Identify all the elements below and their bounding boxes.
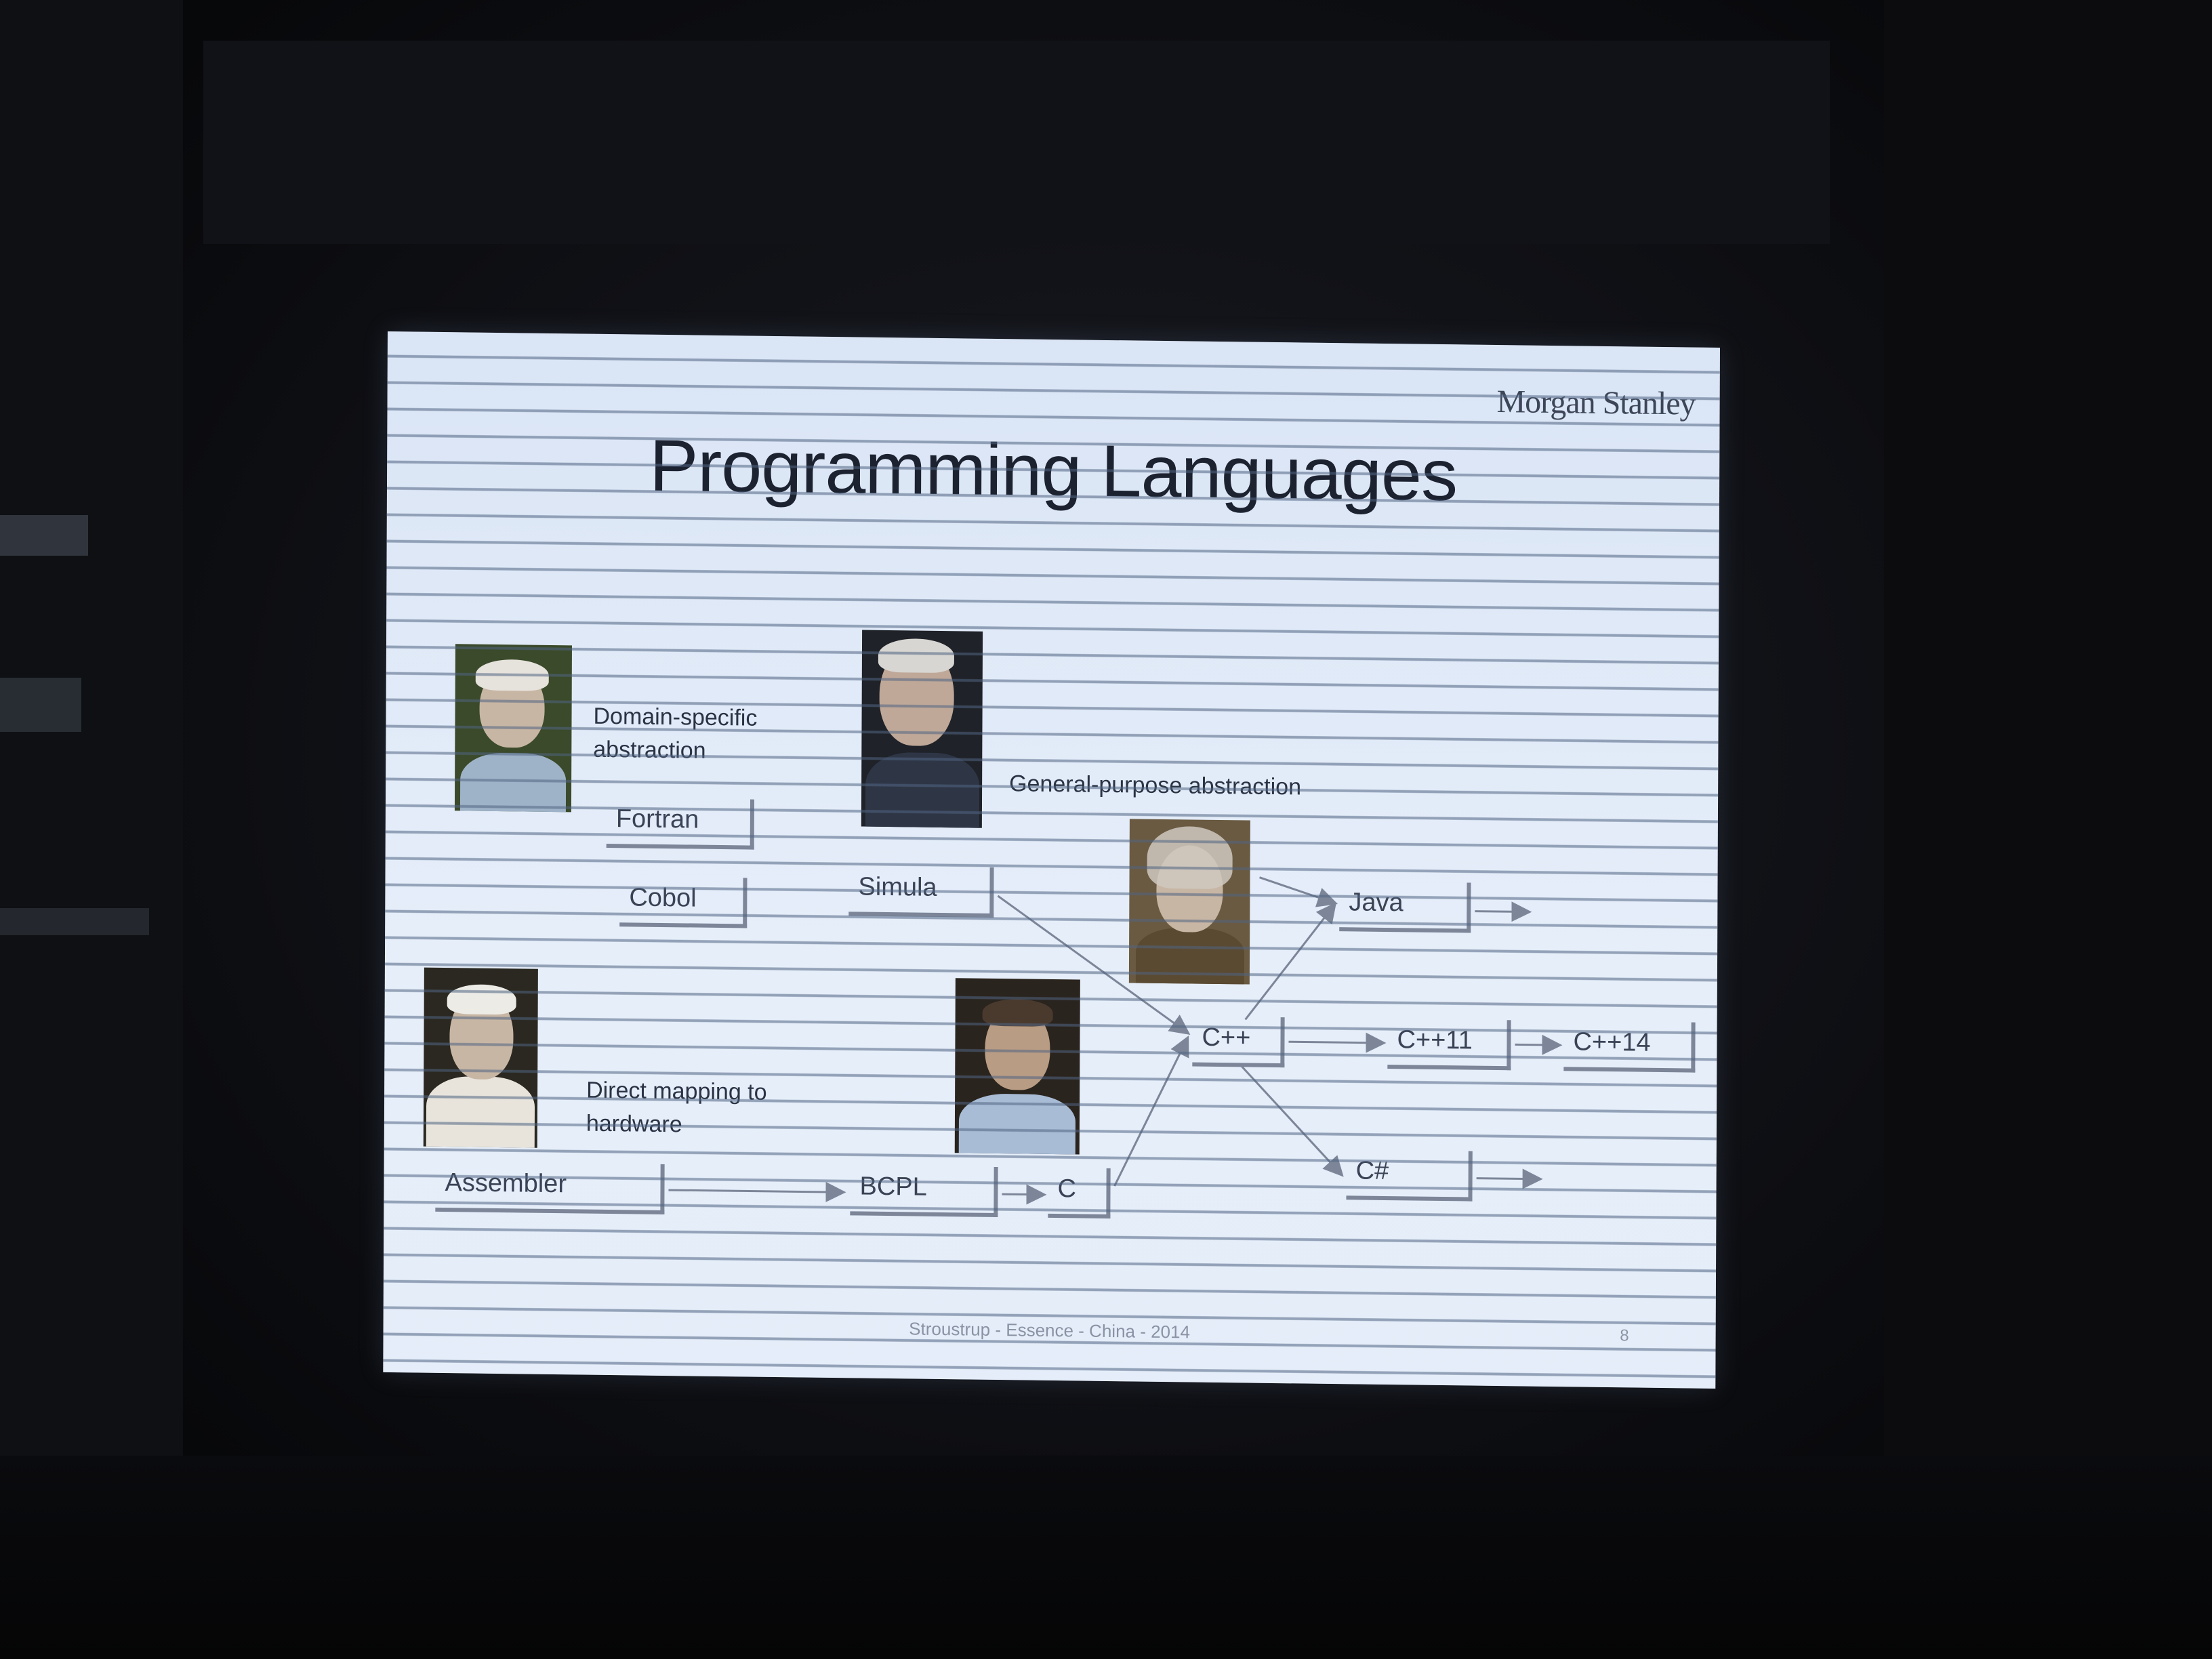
arrow-simula-cpp bbox=[997, 895, 1191, 1035]
left-wall-highlight-3 bbox=[0, 908, 149, 935]
slide-page-number: 8 bbox=[1620, 1326, 1629, 1345]
projection-screen: Morgan Stanley Programming Languages Dom… bbox=[383, 331, 1720, 1389]
arrow-cpp-csharp bbox=[1239, 1063, 1344, 1177]
arrow-bcpl-c bbox=[1002, 1184, 1047, 1205]
arrow-c-cpp bbox=[1113, 1036, 1189, 1187]
left-wall-highlight-2 bbox=[0, 678, 81, 732]
floor-shadow bbox=[0, 1456, 2212, 1659]
arrow-simula-java bbox=[1259, 876, 1338, 907]
arrow-cpp-java bbox=[1244, 902, 1337, 1021]
left-wall-panel bbox=[0, 0, 183, 1659]
arrow-assembler-bcpl bbox=[668, 1181, 846, 1202]
ceiling-panel bbox=[203, 41, 1830, 244]
right-wall-panel bbox=[1884, 0, 2212, 1659]
arrow-cpp11-cpp14 bbox=[1515, 1034, 1563, 1055]
left-wall-highlight bbox=[0, 515, 88, 556]
evolution-arrows bbox=[668, 876, 1563, 1205]
arrow-cpp-cpp11 bbox=[1288, 1032, 1387, 1053]
